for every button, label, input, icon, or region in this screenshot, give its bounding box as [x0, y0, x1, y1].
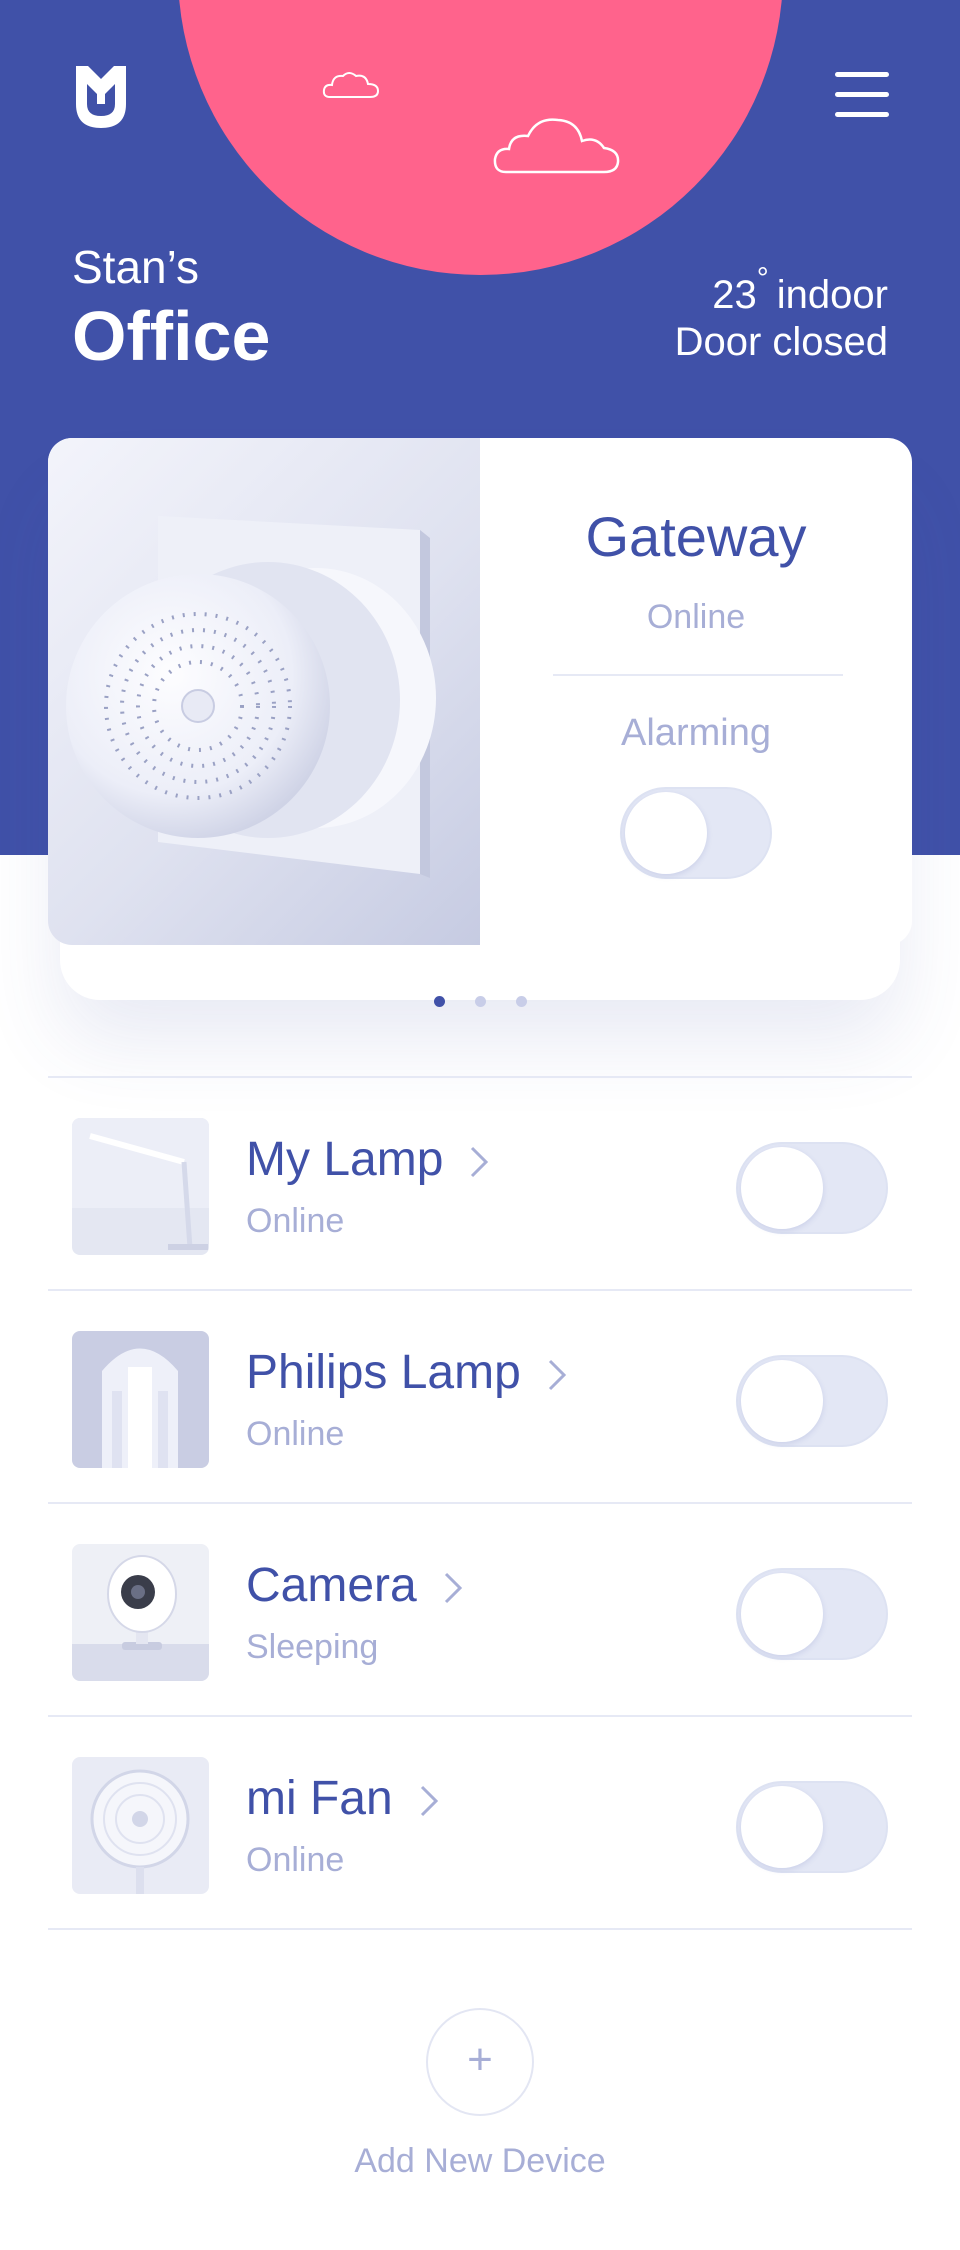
carousel-dot[interactable] — [515, 996, 527, 1007]
device-row-camera[interactable]: Camera Sleeping — [48, 1504, 912, 1717]
device-toggle[interactable] — [736, 1142, 888, 1234]
menu-icon[interactable] — [835, 70, 889, 120]
gateway-device-icon — [66, 516, 436, 878]
device-name-text: mi Fan — [246, 1772, 393, 1825]
device-toggle[interactable] — [736, 1355, 888, 1447]
philips-lamp-thumbnail-icon — [72, 1331, 209, 1468]
toggle-knob — [741, 1147, 823, 1229]
add-device-button[interactable]: + — [426, 2008, 534, 2116]
device-name-text: My Lamp — [246, 1133, 444, 1186]
temperature-value: 23 — [712, 273, 757, 317]
temperature-label: indoor — [776, 273, 888, 317]
mi-home-logo-icon — [76, 66, 126, 128]
device-status: Online — [246, 1415, 345, 1453]
plus-icon: + — [467, 2035, 493, 2084]
fan-thumbnail-icon — [72, 1757, 209, 1894]
device-toggle[interactable] — [736, 1568, 888, 1660]
room-owner: Stan’s — [72, 241, 200, 293]
device-name-text: Camera — [246, 1559, 417, 1612]
temperature-readout: 23° indoor — [712, 262, 888, 318]
camera-thumbnail-icon — [72, 1544, 209, 1681]
device-name: Camera — [246, 1558, 463, 1613]
device-name: My Lamp — [246, 1132, 489, 1187]
large-cloud-icon — [493, 118, 620, 174]
device-row-my-lamp[interactable]: My Lamp Online — [48, 1078, 912, 1291]
device-name: mi Fan — [246, 1771, 439, 1826]
chevron-right-icon[interactable] — [547, 1358, 567, 1392]
chevron-right-icon[interactable] — [419, 1784, 439, 1818]
carousel-dots — [0, 994, 960, 1012]
sun-decoration — [178, 0, 783, 275]
carousel-dot[interactable] — [474, 996, 486, 1007]
carousel-dot[interactable] — [433, 996, 445, 1007]
toggle-knob — [741, 1786, 823, 1868]
gateway-image — [48, 438, 480, 945]
device-row-mi-fan[interactable]: mi Fan Online — [48, 1717, 912, 1930]
chevron-right-icon[interactable] — [443, 1571, 463, 1605]
add-device-label[interactable]: Add New Device — [0, 2142, 960, 2181]
gateway-status: Online — [646, 598, 746, 636]
device-name: Philips Lamp — [246, 1345, 567, 1400]
chevron-right-icon[interactable] — [469, 1145, 489, 1179]
small-cloud-icon — [322, 72, 380, 98]
toggle-knob — [741, 1573, 823, 1655]
gateway-title: Gateway — [585, 505, 807, 568]
device-status: Sleeping — [246, 1628, 379, 1666]
device-row-philips-lamp[interactable]: Philips Lamp Online — [48, 1291, 912, 1504]
gateway-card[interactable]: Gateway Online Alarming — [48, 438, 912, 945]
device-name-text: Philips Lamp — [246, 1346, 521, 1399]
degree-symbol: ° — [756, 262, 769, 295]
device-status: Online — [246, 1841, 345, 1879]
lamp-thumbnail-icon — [72, 1118, 209, 1255]
alarm-label: Alarming — [621, 712, 771, 754]
toggle-knob — [741, 1360, 823, 1442]
toggle-knob — [625, 792, 707, 874]
room-name: Office — [72, 297, 271, 375]
device-status: Online — [246, 1202, 345, 1240]
device-list: My Lamp Online Philips Lamp Online Camer… — [48, 1076, 912, 1930]
device-toggle[interactable] — [736, 1781, 888, 1873]
card-divider — [553, 674, 843, 676]
alarm-toggle[interactable] — [620, 787, 772, 879]
door-status: Door closed — [674, 320, 888, 364]
